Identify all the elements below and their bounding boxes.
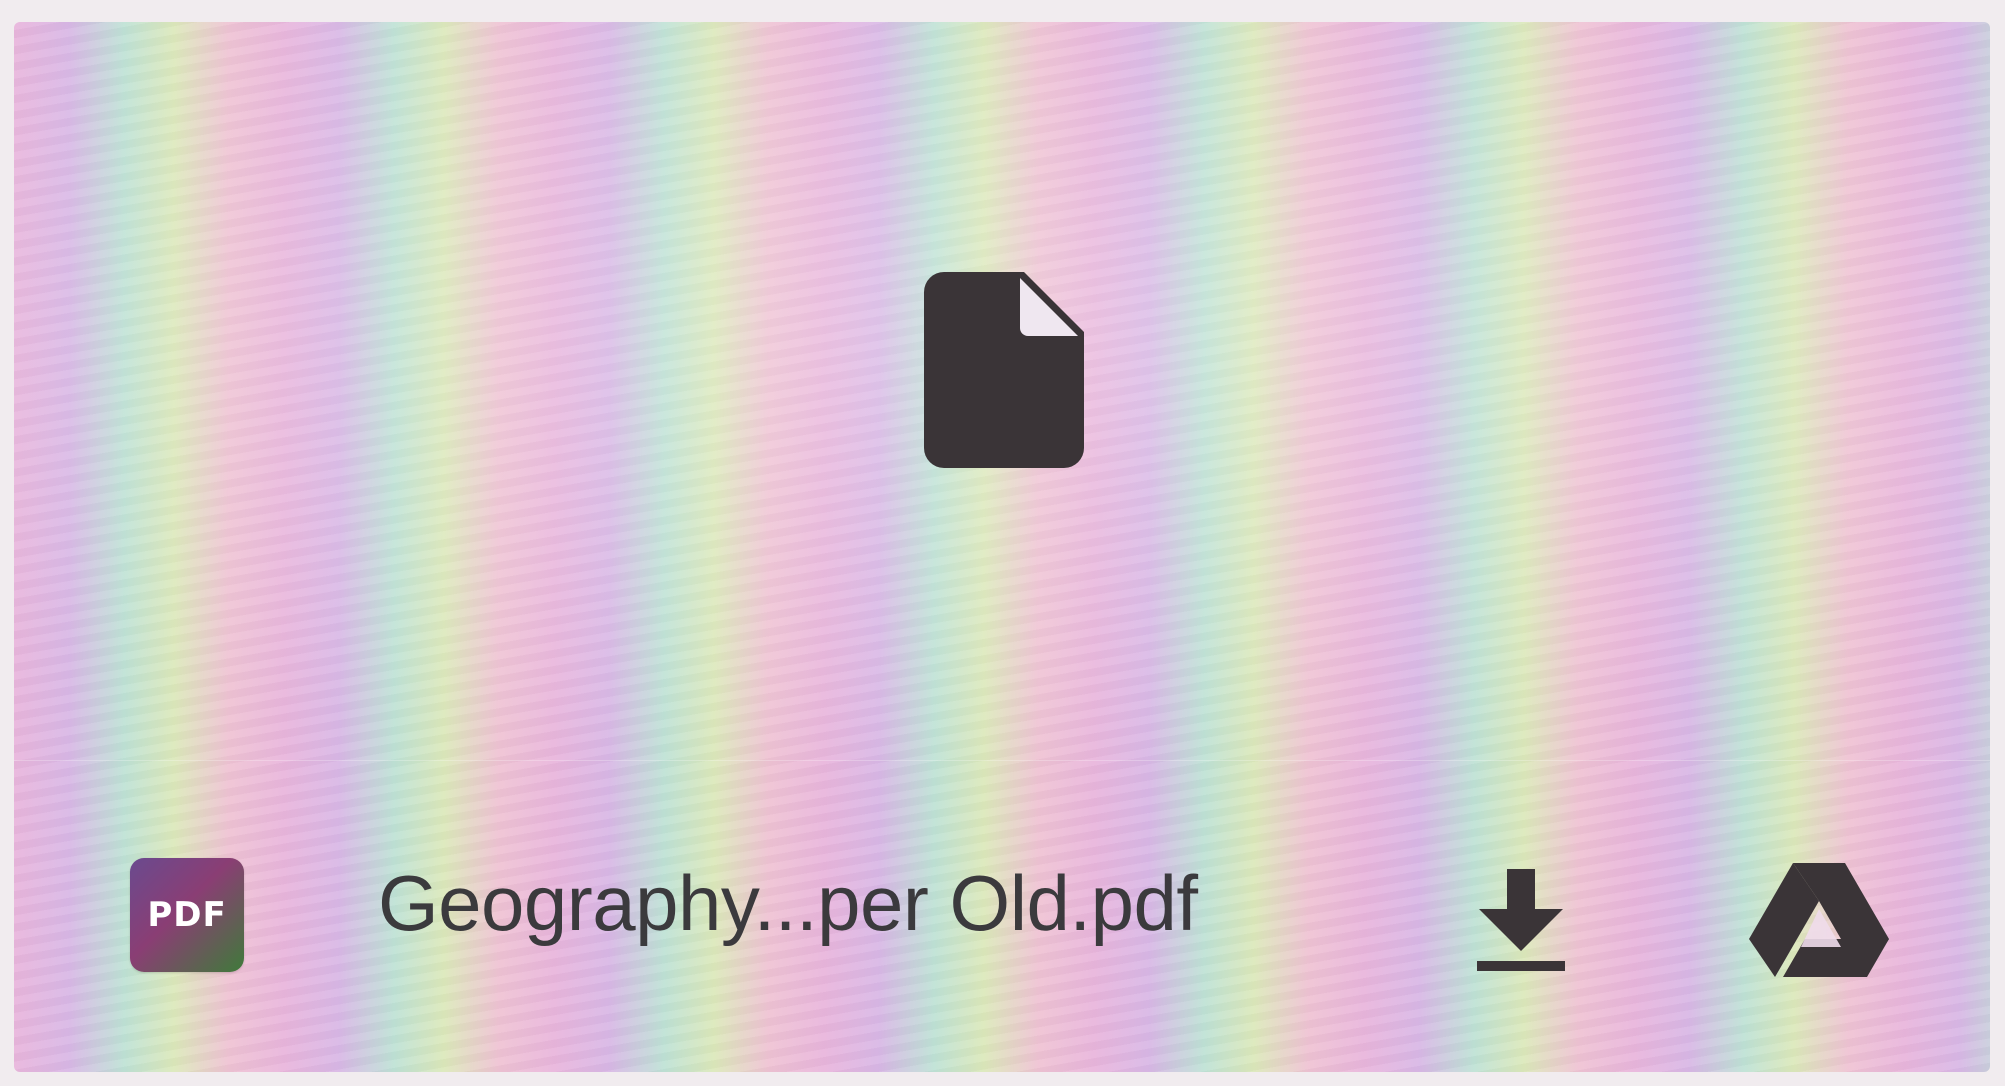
- save-to-drive-button[interactable]: [1744, 861, 1894, 979]
- download-icon: [1477, 869, 1565, 971]
- attachment-footer: PDF Geography...per Old.pdf: [14, 760, 1990, 1072]
- google-drive-icon: [1749, 863, 1889, 977]
- file-icon: [924, 272, 1084, 468]
- attachment-preview[interactable]: [14, 22, 1990, 752]
- attachment-file-name: Geography...per Old.pdf: [378, 859, 1198, 947]
- pdf-file-type-icon: PDF: [130, 858, 244, 972]
- download-button[interactable]: [1467, 867, 1575, 975]
- file-type-label: PDF: [147, 895, 227, 935]
- attachment-card[interactable]: PDF Geography...per Old.pdf: [14, 22, 1990, 1072]
